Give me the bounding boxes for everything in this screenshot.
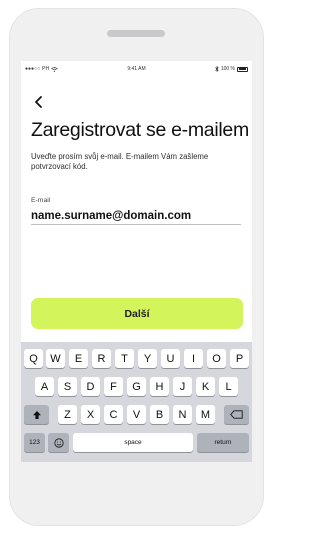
next-button[interactable]: Další: [31, 298, 243, 329]
key-m[interactable]: M: [196, 405, 215, 424]
status-right: 100 %: [215, 66, 248, 72]
chevron-left-icon[interactable]: [31, 94, 47, 110]
key-d[interactable]: D: [81, 377, 100, 396]
shift-icon: [32, 410, 41, 419]
key-x[interactable]: X: [81, 405, 100, 424]
key-o[interactable]: O: [207, 349, 226, 368]
key-j[interactable]: J: [173, 377, 192, 396]
keyboard: Q W E R T Y U I O P A S D F G H J K L Z …: [21, 342, 252, 462]
key-s[interactable]: S: [58, 377, 77, 396]
key-u[interactable]: U: [161, 349, 180, 368]
key-q[interactable]: Q: [24, 349, 43, 368]
page-subtitle: Uveďte prosím svůj e-mail. E-mailem Vám …: [31, 152, 209, 171]
backspace-key[interactable]: [224, 405, 249, 424]
key-p[interactable]: P: [230, 349, 249, 368]
key-f[interactable]: F: [104, 377, 123, 396]
key-a[interactable]: A: [35, 377, 54, 396]
page-title: Zaregistrovat se e-mailem: [31, 119, 249, 141]
key-n[interactable]: N: [173, 405, 192, 424]
key-g[interactable]: G: [127, 377, 146, 396]
return-key[interactable]: return: [197, 433, 249, 452]
key-z[interactable]: Z: [58, 405, 77, 424]
phone-screen: ●●●○○ PH 9:41 AM 100 % Zaregistrovat se …: [21, 61, 252, 462]
key-y[interactable]: Y: [138, 349, 157, 368]
key-r[interactable]: R: [92, 349, 111, 368]
email-label: E-mail: [31, 197, 51, 204]
shift-key[interactable]: [24, 405, 49, 424]
backspace-icon: [230, 410, 243, 419]
key-t[interactable]: T: [115, 349, 134, 368]
emoji-icon: [53, 437, 64, 448]
battery-icon: [237, 66, 248, 72]
space-key[interactable]: space: [73, 433, 193, 452]
key-l[interactable]: L: [219, 377, 238, 396]
key-b[interactable]: B: [150, 405, 169, 424]
key-v[interactable]: V: [127, 405, 146, 424]
status-bar: ●●●○○ PH 9:41 AM 100 %: [21, 61, 252, 77]
key-i[interactable]: I: [184, 349, 203, 368]
key-c[interactable]: C: [104, 405, 123, 424]
key-h[interactable]: H: [150, 377, 169, 396]
key-k[interactable]: K: [196, 377, 215, 396]
bluetooth-icon: [215, 66, 219, 72]
battery-label: 100 %: [220, 66, 235, 72]
numbers-key[interactable]: 123: [24, 433, 45, 452]
phone-speaker: [107, 30, 165, 37]
key-e[interactable]: E: [69, 349, 88, 368]
emoji-key[interactable]: [48, 433, 69, 452]
email-field[interactable]: [31, 207, 241, 225]
key-w[interactable]: W: [46, 349, 65, 368]
